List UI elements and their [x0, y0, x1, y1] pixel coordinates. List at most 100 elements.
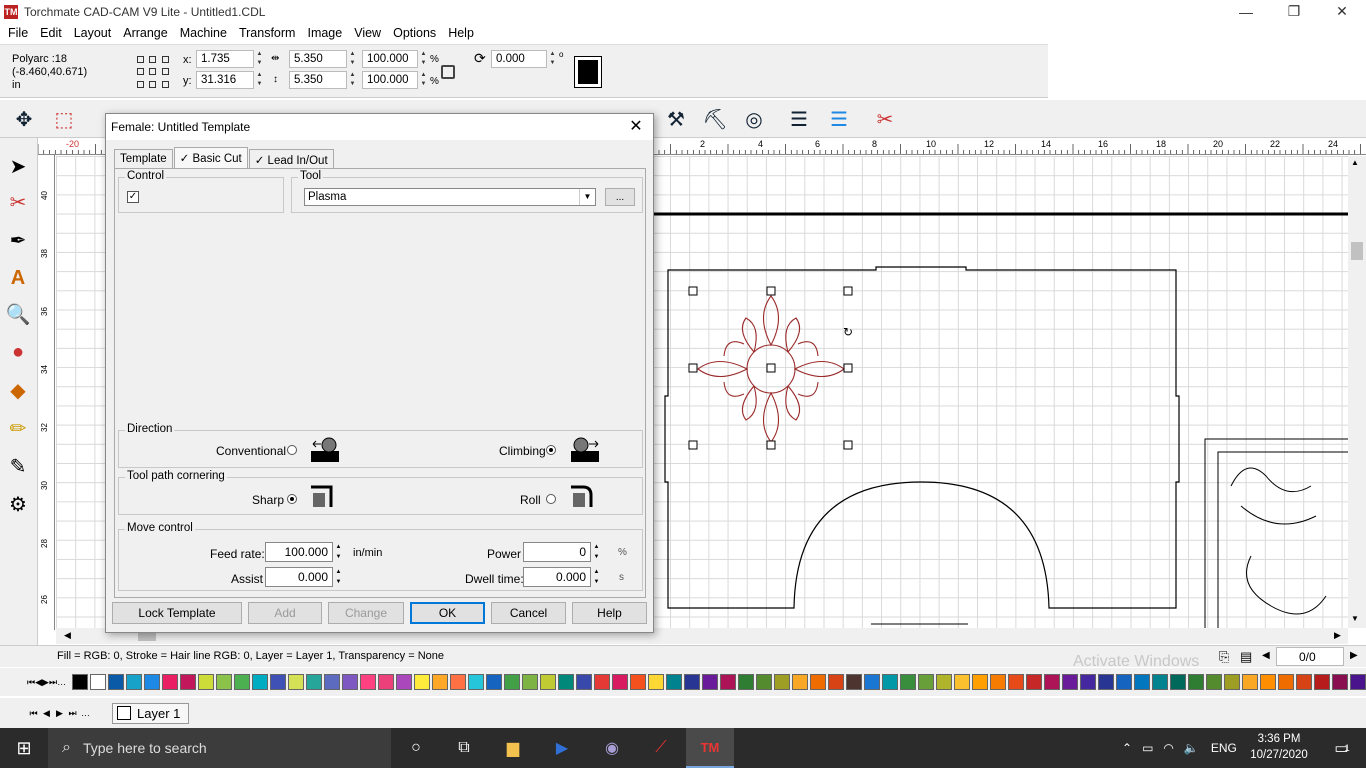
page-copy-icon[interactable]: ⎘ [1219, 649, 1229, 665]
vertical-scroll-thumb[interactable] [1351, 242, 1363, 260]
cancel-button[interactable]: Cancel [491, 602, 566, 624]
tab-basic-cut[interactable]: ✓ Basic Cut [173, 147, 248, 168]
layer-next-icon[interactable]: ▶ [53, 705, 66, 721]
assist-spinner[interactable]: ▲ ▼ [334, 567, 343, 587]
color-swatch[interactable] [1116, 674, 1133, 690]
restore-button[interactable]: ❐ [1270, 0, 1318, 23]
color-swatch[interactable] [666, 674, 683, 690]
color-swatch[interactable] [108, 674, 125, 690]
color-swatch[interactable] [396, 674, 413, 690]
cortana-icon[interactable]: ○ [392, 728, 440, 768]
color-swatch[interactable] [72, 674, 89, 690]
fill-tool-icon[interactable]: ◆ [3, 374, 33, 406]
color-swatch[interactable] [1224, 674, 1241, 690]
dwell-time-spinner[interactable]: ▲ ▼ [592, 567, 601, 587]
layer-last-icon[interactable]: ⏭ [66, 705, 79, 721]
palette-last-icon[interactable]: ⏭ [49, 674, 57, 690]
fill-color-well[interactable] [574, 56, 602, 88]
palette-next-icon[interactable]: ▶ [42, 674, 49, 690]
scroll-left-icon[interactable]: ◀ [64, 630, 71, 641]
menu-file[interactable]: File [2, 26, 34, 40]
height-spinner[interactable]: ▲ ▼ [348, 71, 357, 89]
dialog-close-button[interactable]: ✕ [625, 116, 647, 138]
scale-y-input[interactable]: 100.000 [362, 71, 418, 89]
task-view-icon[interactable]: ⧉ [440, 728, 488, 768]
menu-arrange[interactable]: Arrange [117, 26, 173, 40]
color-swatch[interactable] [360, 674, 377, 690]
layers-blue-icon[interactable]: ☰ [823, 104, 855, 134]
color-swatch[interactable] [558, 674, 575, 690]
color-swatch[interactable] [594, 674, 611, 690]
color-swatch[interactable] [1098, 674, 1115, 690]
color-swatch[interactable] [144, 674, 161, 690]
browser-icon[interactable]: ◉ [588, 728, 636, 768]
file-explorer-icon[interactable]: ▆ [489, 728, 537, 768]
machine-home-icon[interactable]: ⛏ [699, 104, 731, 134]
menu-machine[interactable]: Machine [174, 26, 233, 40]
width-input[interactable]: 5.350 [289, 50, 347, 68]
scale-y-spinner[interactable]: ▲ ▼ [419, 71, 428, 89]
scale-x-spinner[interactable]: ▲ ▼ [419, 50, 428, 68]
color-swatch[interactable] [828, 674, 845, 690]
color-swatch[interactable] [702, 674, 719, 690]
add-button[interactable]: Add [248, 602, 322, 624]
color-swatch[interactable] [1188, 674, 1205, 690]
layers-stack-icon[interactable]: ☰ [783, 104, 815, 134]
target-icon[interactable]: ◎ [738, 104, 770, 134]
color-swatch[interactable] [540, 674, 557, 690]
vertical-scrollbar[interactable]: ▲ ▼ [1348, 156, 1366, 628]
tab-lead-in-out[interactable]: ✓ Lead In/Out [248, 149, 334, 168]
color-swatch[interactable] [738, 674, 755, 690]
color-swatch[interactable] [810, 674, 827, 690]
palette-more-icon[interactable]: … [57, 674, 66, 690]
color-swatch[interactable] [1134, 674, 1151, 690]
eyedropper-tool-icon[interactable]: ✎ [3, 450, 33, 482]
palette-first-icon[interactable]: ⏮ [27, 674, 35, 690]
tool-select[interactable]: Plasma ▼ [304, 188, 596, 206]
menu-view[interactable]: View [348, 26, 387, 40]
color-swatch[interactable] [198, 674, 215, 690]
menu-help[interactable]: Help [442, 26, 480, 40]
notifications-icon[interactable]: ▭ 1 [1318, 728, 1366, 768]
tray-expand-icon[interactable]: ⌃ [1122, 741, 1132, 755]
color-swatch[interactable] [162, 674, 179, 690]
pen-tool-icon[interactable]: ✒ [3, 224, 33, 256]
close-button[interactable]: ✕ [1318, 0, 1366, 23]
color-swatch[interactable] [1152, 674, 1169, 690]
feed-rate-input[interactable]: 100.000 [265, 542, 333, 562]
color-swatch[interactable] [1350, 674, 1366, 690]
color-swatch[interactable] [306, 674, 323, 690]
color-swatch[interactable] [1296, 674, 1313, 690]
color-swatch[interactable] [756, 674, 773, 690]
color-swatch[interactable] [792, 674, 809, 690]
color-swatch[interactable] [1080, 674, 1097, 690]
color-swatch[interactable] [1260, 674, 1277, 690]
dwell-time-input[interactable]: 0.000 [523, 567, 591, 587]
color-swatch[interactable] [1170, 674, 1187, 690]
select-box-icon[interactable]: ⬚ [48, 104, 80, 134]
angle-spinner[interactable]: ▲ ▼ [548, 50, 557, 68]
minimize-button[interactable]: — [1222, 0, 1270, 23]
help-button[interactable]: Help [572, 602, 647, 624]
height-input[interactable]: 5.350 [289, 71, 347, 89]
color-swatch[interactable] [648, 674, 665, 690]
color-swatch[interactable] [1206, 674, 1223, 690]
menu-image[interactable]: Image [301, 26, 348, 40]
color-swatch[interactable] [414, 674, 431, 690]
climbing-radio[interactable] [546, 445, 556, 455]
language-indicator[interactable]: ENG [1211, 741, 1237, 755]
color-swatch[interactable] [216, 674, 233, 690]
color-swatch[interactable] [684, 674, 701, 690]
color-swatch[interactable] [1062, 674, 1079, 690]
color-swatch[interactable] [252, 674, 269, 690]
color-swatch[interactable] [486, 674, 503, 690]
conventional-radio[interactable] [287, 445, 297, 455]
color-swatch[interactable] [504, 674, 521, 690]
color-swatch[interactable] [432, 674, 449, 690]
change-button[interactable]: Change [328, 602, 404, 624]
machine-tool-icon[interactable]: ⚙ [3, 488, 33, 520]
text-tool-icon[interactable]: A [3, 262, 33, 294]
pencil-tool-icon[interactable]: ✏ [3, 412, 33, 444]
color-swatch[interactable] [936, 674, 953, 690]
color-swatch[interactable] [342, 674, 359, 690]
